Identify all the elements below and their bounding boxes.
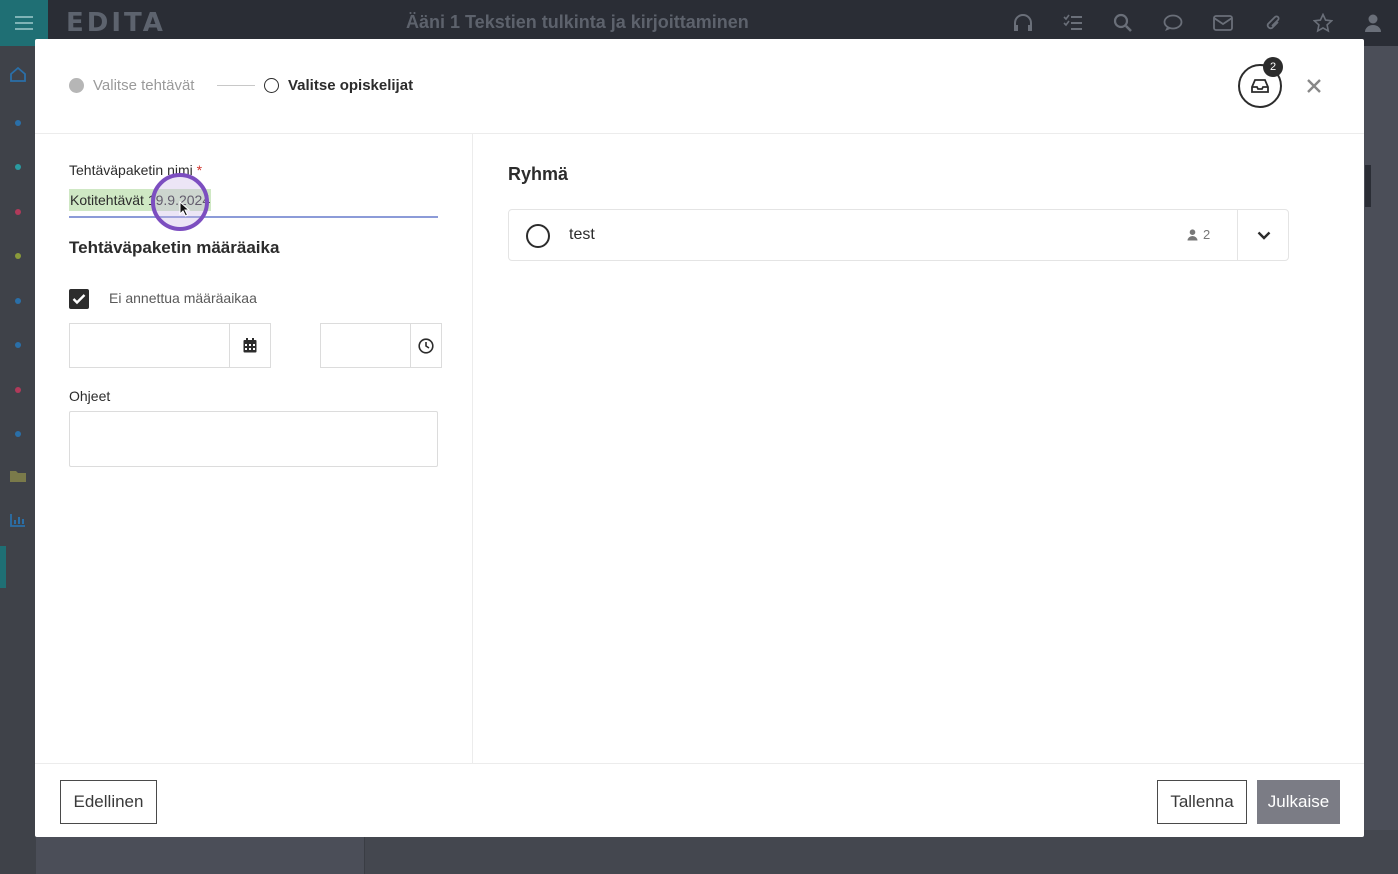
sidebar-item-5[interactable] <box>0 279 36 323</box>
dot-icon <box>15 342 21 348</box>
step-select-tasks[interactable]: Valitse tehtävät <box>69 77 194 94</box>
chevron-down-icon <box>1257 231 1270 240</box>
deadline-time-input[interactable] <box>320 323 411 368</box>
sidebar-item-1[interactable] <box>0 101 36 145</box>
group-member-count: 2 <box>1187 227 1210 242</box>
instructions-textarea[interactable] <box>69 411 438 467</box>
sidebar-item-4[interactable] <box>0 234 36 278</box>
calendar-icon <box>243 338 257 353</box>
background-panel-edge <box>1365 165 1371 207</box>
no-deadline-label: Ei annettua määräaikaa <box>109 290 257 306</box>
dot-icon <box>15 253 21 259</box>
step-connector <box>217 85 255 86</box>
folder-icon[interactable] <box>0 454 36 498</box>
dot-icon <box>15 298 21 304</box>
group-row[interactable]: test 2 <box>508 209 1289 261</box>
save-button[interactable]: Tallenna <box>1157 780 1247 824</box>
date-picker-button[interactable] <box>230 323 271 368</box>
home-icon[interactable] <box>0 52 36 96</box>
group-name: test <box>569 226 595 243</box>
dot-icon <box>15 164 21 170</box>
sidebar-item-6[interactable] <box>0 323 36 367</box>
publish-dialog: Valitse tehtävät Valitse opiskelijat 2 T… <box>35 39 1364 837</box>
group-section-title: Ryhmä <box>508 164 569 184</box>
time-picker-button[interactable] <box>411 323 442 368</box>
close-button[interactable] <box>1303 75 1325 97</box>
step-label: Valitse tehtävät <box>93 77 195 94</box>
inbox-count-badge: 2 <box>1263 57 1283 77</box>
sidebar-item-2[interactable] <box>0 145 36 189</box>
app-logo: EDITA <box>66 8 166 38</box>
sidebar-item-3[interactable] <box>0 190 36 234</box>
group-selection-panel: Ryhmä test 2 <box>473 134 1364 763</box>
group-select-radio[interactable] <box>526 224 550 248</box>
step-done-icon <box>69 78 84 93</box>
chart-icon[interactable] <box>0 498 36 542</box>
mouse-cursor-icon <box>179 201 191 217</box>
close-icon <box>1307 79 1321 93</box>
dot-icon <box>15 387 21 393</box>
sidebar-item-8[interactable] <box>0 412 36 456</box>
inbox-icon <box>1251 79 1269 93</box>
dot-icon <box>15 209 21 215</box>
sidebar-active-indicator <box>0 546 6 588</box>
step-current-icon <box>264 78 279 93</box>
package-name-input[interactable]: Kotitehtävät 19.9.2024 <box>69 189 438 218</box>
sidebar-item-7[interactable] <box>0 368 36 412</box>
dialog-footer: Edellinen Tallenna Julkaise <box>35 763 1364 837</box>
step-label: Valitse opiskelijat <box>288 77 414 94</box>
clock-icon <box>418 337 434 354</box>
no-deadline-checkbox[interactable] <box>69 289 89 309</box>
package-settings-panel: Tehtäväpaketin nimi * Kotitehtävät 19.9.… <box>35 134 473 763</box>
deadline-date-input[interactable] <box>69 323 230 368</box>
group-expand-button[interactable] <box>1237 210 1289 260</box>
app-sidebar <box>0 46 36 874</box>
required-mark: * <box>196 162 203 178</box>
app-title: Ääni 1 Tekstien tulkinta ja kirjoittamin… <box>406 12 749 32</box>
person-icon <box>1187 228 1198 241</box>
dot-icon <box>15 120 21 126</box>
deadline-section-title: Tehtäväpaketin määräaika <box>69 238 280 257</box>
publish-button[interactable]: Julkaise <box>1257 780 1340 824</box>
step-select-students[interactable]: Valitse opiskelijat <box>264 77 413 94</box>
checkmark-icon <box>72 294 86 305</box>
dialog-header: Valitse tehtävät Valitse opiskelijat 2 <box>35 39 1364 134</box>
previous-button[interactable]: Edellinen <box>60 780 157 824</box>
instructions-label: Ohjeet <box>69 388 111 404</box>
dot-icon <box>15 431 21 437</box>
member-count-value: 2 <box>1203 227 1211 242</box>
